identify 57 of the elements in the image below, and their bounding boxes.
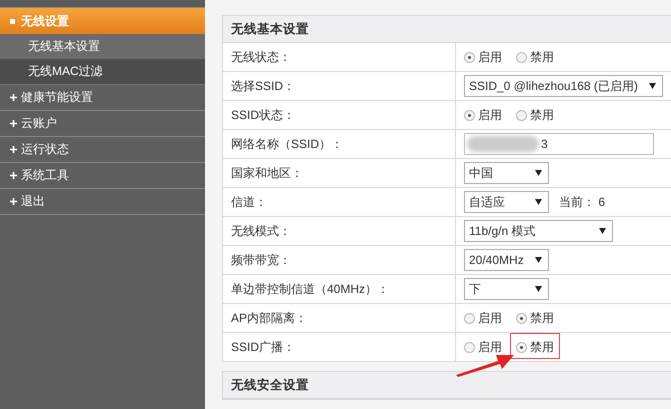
sidebar-item[interactable]: 系统工具 [0, 163, 205, 189]
field-label: 国家和地区： [223, 159, 456, 187]
option-label: 启用 [478, 48, 502, 66]
channel-current-text: 当前： 6 [559, 194, 606, 210]
field-label: 频带带宽： [223, 246, 456, 274]
dropdown[interactable]: 自适应 [464, 191, 549, 213]
plus-icon [10, 172, 17, 179]
field-label: 无线模式： [223, 217, 456, 245]
dropdown[interactable]: 20/40MHz [464, 249, 549, 271]
dropdown[interactable]: 下 [464, 278, 549, 300]
sidebar-item[interactable]: 退出 [0, 189, 205, 215]
field-label: AP内部隔离： [223, 304, 456, 332]
radio-button[interactable] [464, 110, 475, 120]
field-label: 无线状态： [223, 43, 456, 71]
field-label: 信道： [223, 188, 456, 216]
caret-icon [535, 257, 542, 263]
radio-button[interactable] [464, 52, 475, 62]
caret-icon [535, 286, 542, 292]
radio-button[interactable] [464, 312, 475, 324]
sidebar-item[interactable]: 运行状态 [0, 137, 205, 163]
field-label: 网络名称（SSID）： [223, 130, 456, 158]
option-label: 禁用 [530, 106, 554, 124]
plus-icon [10, 120, 17, 127]
option-label: 启用 [478, 310, 502, 326]
field-label: SSID状态： [223, 101, 456, 129]
radio-button[interactable] [516, 342, 527, 352]
plus-icon [10, 146, 17, 153]
option-label: 启用 [478, 338, 502, 356]
caret-icon [535, 170, 542, 176]
option-label: 禁用 [530, 310, 554, 326]
plus-icon [10, 94, 17, 101]
radio-button[interactable] [464, 342, 475, 352]
section-header: 无线基本设置 [223, 16, 671, 43]
caret-icon [649, 83, 656, 89]
sidebar-subitem[interactable]: 无线MAC过滤 [0, 59, 205, 85]
option-label: 禁用 [530, 338, 554, 356]
field-label: 单边带控制信道（40MHz）： [223, 275, 456, 303]
radio-button[interactable] [516, 52, 527, 62]
caret-icon [599, 228, 606, 234]
sidebar-item[interactable]: 健康节能设置 [0, 85, 205, 111]
field-label: SSID广播： [223, 333, 456, 361]
field-label: 选择SSID： [223, 72, 456, 100]
dropdown[interactable]: SSID_0 @lihezhou168 (已启用) [464, 75, 663, 97]
option-label: 启用 [478, 106, 502, 124]
radio-button[interactable] [516, 110, 527, 120]
caret-icon [535, 199, 542, 205]
dropdown[interactable]: 11b/g/n 模式 [464, 220, 613, 242]
sidebar-subitem[interactable]: 无线基本设置 [0, 34, 205, 59]
radio-button[interactable] [516, 312, 527, 324]
dropdown[interactable]: 中国 [464, 162, 549, 184]
sidebar-item[interactable]: 云账户 [0, 111, 205, 137]
sidebar-item[interactable] [0, 0, 205, 8]
section-header: 无线安全设置 [223, 372, 671, 399]
plus-icon [10, 198, 17, 205]
option-label: 禁用 [530, 48, 554, 66]
square-bullet-icon [10, 18, 15, 24]
input-field[interactable]: 3 [464, 133, 654, 155]
